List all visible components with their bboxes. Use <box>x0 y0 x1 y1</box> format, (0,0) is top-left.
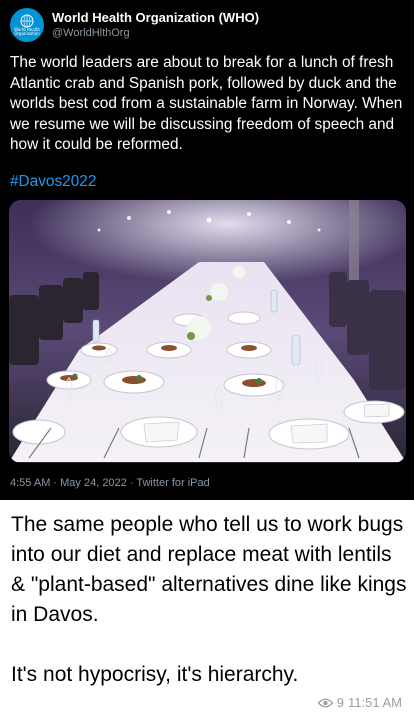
author-block: World Health Organization (WHO) @WorldHl… <box>52 10 259 40</box>
caption-paragraph-1: The same people who tell us to work bugs… <box>11 513 407 626</box>
avatar[interactable]: World Health Organization <box>10 8 44 42</box>
tweet-card: World Health Organization World Health O… <box>0 0 414 500</box>
author-handle[interactable]: @WorldHlthOrg <box>52 26 259 40</box>
post-meta: 9 11:51 AM <box>317 695 402 710</box>
who-emblem-icon <box>20 14 34 28</box>
banquet-table-photo[interactable] <box>9 200 406 463</box>
caption-paragraph-2: It's not hypocrisy, it's hierarchy. <box>11 663 299 686</box>
tweet-timestamp[interactable]: 4:55 AM · May 24, 2022 · Twitter for iPa… <box>10 476 210 490</box>
eye-icon <box>317 698 333 707</box>
hashtag-link[interactable]: #Davos2022 <box>10 172 96 192</box>
avatar-label-2: Organization <box>14 31 40 36</box>
tweet-header: World Health Organization World Health O… <box>10 8 259 42</box>
post-time: 11:51 AM <box>348 695 402 710</box>
view-count: 9 <box>336 695 345 710</box>
tweet-text: The world leaders are about to break for… <box>10 54 403 153</box>
author-name[interactable]: World Health Organization (WHO) <box>52 10 259 26</box>
post-caption: The same people who tell us to work bugs… <box>11 510 407 690</box>
